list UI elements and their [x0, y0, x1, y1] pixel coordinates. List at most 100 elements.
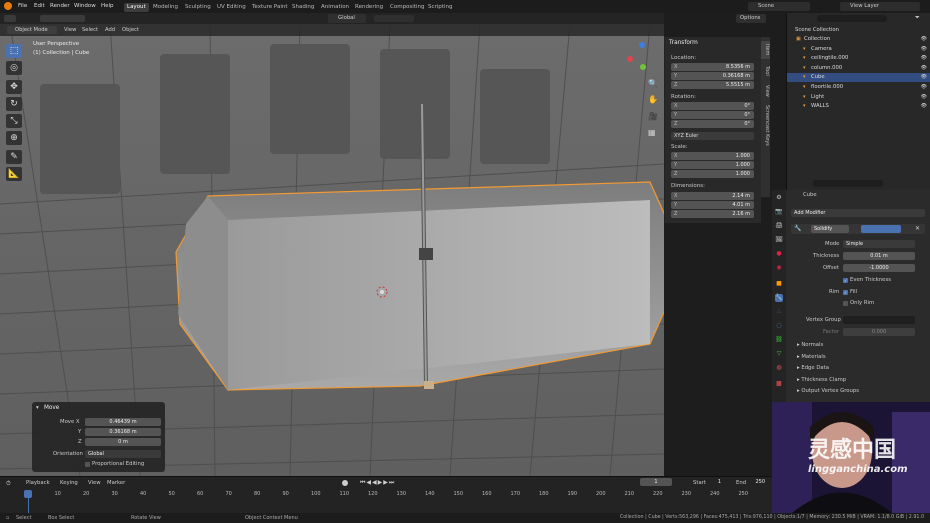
redo-collapse-icon[interactable]: ▾ — [36, 405, 39, 411]
options-dropdown[interactable]: Options — [736, 14, 766, 23]
tab-compositing[interactable]: Compositing — [387, 3, 427, 12]
annotate-tool-icon[interactable]: ✎ — [6, 150, 22, 164]
tab-view[interactable]: View — [761, 83, 770, 99]
scale-y-field[interactable]: Y 1.000 — [671, 161, 754, 169]
outliner-row[interactable]: ▾ column.000 👁 — [787, 64, 930, 73]
outliner-row[interactable]: ▾ Cube 👁 — [787, 73, 930, 83]
particles-tab-icon[interactable]: ∴ — [775, 308, 783, 316]
select-mode-icons[interactable] — [40, 15, 85, 22]
scene-tab-icon[interactable]: ● — [775, 250, 783, 258]
tab-item[interactable]: Item — [761, 41, 770, 59]
data-tab-icon[interactable]: ▽ — [775, 350, 783, 358]
blender-logo-icon[interactable] — [4, 2, 12, 10]
playhead[interactable] — [24, 490, 32, 498]
zoom-icon[interactable]: 🔍 — [648, 79, 658, 88]
select-box-tool-icon[interactable]: ⬚ — [6, 44, 22, 58]
view-layer-tab-icon[interactable]: 🖼 — [775, 236, 783, 244]
gizmo-z-axis-icon[interactable] — [639, 42, 645, 48]
modifier-visibility-icons[interactable] — [861, 225, 901, 233]
outliner-row[interactable]: ▾ floortile.000 👁 — [787, 83, 930, 92]
vertex-group-field[interactable] — [843, 316, 915, 324]
measure-tool-icon[interactable]: 📐 — [6, 167, 22, 181]
tab-sculpting[interactable]: Sculpting — [182, 3, 214, 12]
output-tab-icon[interactable]: 🖨 — [775, 222, 783, 230]
scale-z-field[interactable]: Z 1.000 — [671, 170, 754, 178]
menu-help[interactable]: Help — [101, 3, 114, 9]
add-modifier-button[interactable]: Add Modifier — [791, 209, 925, 217]
move-tool-icon[interactable]: ✥ — [6, 80, 22, 94]
rotation-z-field[interactable]: Z 0° — [671, 120, 754, 128]
orientation-dropdown[interactable]: Global — [85, 450, 161, 458]
editor-type-icon[interactable] — [4, 15, 16, 22]
rotation-mode-dropdown[interactable]: XYZ Euler — [671, 132, 754, 140]
visibility-eye-icon[interactable]: 👁 — [921, 55, 927, 61]
modifier-subpanel[interactable]: ▸ Normals — [797, 342, 925, 352]
snap-toggle[interactable] — [374, 15, 414, 22]
modifier-subpanel[interactable]: ▸ Materials — [797, 354, 925, 364]
gizmo-x-axis-icon[interactable] — [627, 56, 633, 62]
visibility-eye-icon[interactable]: 👁 — [921, 46, 927, 52]
navigation-gizmo[interactable] — [626, 42, 656, 72]
tab-screencast-keys[interactable]: Screencast Keys — [761, 103, 770, 148]
outliner-row[interactable]: ▾ Light 👁 — [787, 93, 930, 102]
visibility-eye-icon[interactable]: 👁 — [921, 103, 927, 109]
ortho-toggle-icon[interactable]: ▦ — [648, 128, 656, 137]
pan-hand-icon[interactable]: ✋ — [648, 95, 658, 104]
tab-rendering[interactable]: Rendering — [352, 3, 386, 12]
object-tab-icon[interactable]: ■ — [775, 280, 783, 288]
timeline-ruler[interactable]: 1102030405060708090100110120130140150160… — [0, 477, 772, 513]
menu-view[interactable]: View — [64, 27, 76, 33]
scale-tool-icon[interactable]: ⤡ — [6, 114, 22, 128]
move-x-field[interactable]: 0.46439 m — [85, 418, 161, 426]
rotation-y-field[interactable]: Y 0° — [671, 111, 754, 119]
location-y-field[interactable]: Y 0.36168 m — [671, 72, 754, 80]
rotate-tool-icon[interactable]: ↻ — [6, 97, 22, 111]
outliner-row[interactable]: ▾ Camera 👁 — [787, 45, 930, 54]
menu-edit[interactable]: Edit — [34, 3, 45, 9]
modifier-subpanel[interactable]: ▸ Output Vertex Groups — [797, 388, 925, 398]
proportional-editing-checkbox[interactable] — [85, 462, 90, 467]
offset-field[interactable]: -1.0000 — [843, 264, 915, 272]
menu-object[interactable]: Object — [122, 27, 139, 33]
cursor-tool-icon[interactable]: ◎ — [6, 61, 22, 75]
menu-window[interactable]: Window — [74, 3, 96, 9]
dimensions-x-field[interactable]: X 2.14 m — [671, 192, 754, 200]
outliner-row[interactable]: ▾ WALLS 👁 — [787, 102, 930, 111]
tab-texture-paint[interactable]: Texture Paint — [249, 3, 291, 12]
move-y-field[interactable]: 0.36168 m — [85, 428, 161, 436]
menu-render[interactable]: Render — [50, 3, 70, 9]
modifier-subpanel[interactable]: ▸ Thickness Clamp — [797, 377, 925, 387]
outliner-row-scene-collection[interactable]: Scene Collection — [787, 26, 930, 35]
tab-tool[interactable]: Tool — [761, 63, 770, 79]
tab-scripting[interactable]: Scripting — [425, 3, 455, 12]
menu-file[interactable]: File — [18, 3, 27, 9]
world-tab-icon[interactable]: ◉ — [775, 264, 783, 272]
constraints-tab-icon[interactable]: ⛓ — [775, 336, 783, 344]
modifier-subpanel[interactable]: ▸ Edge Data — [797, 365, 925, 375]
tab-modeling[interactable]: Modeling — [150, 3, 181, 12]
move-z-field[interactable]: 0 m — [85, 438, 161, 446]
only-rim-checkbox[interactable] — [843, 301, 848, 306]
modifier-name-field[interactable]: Solidify — [811, 225, 849, 233]
mode-dropdown[interactable]: Simple — [843, 240, 915, 248]
tool-tab-icon[interactable]: ⚙ — [775, 194, 783, 202]
tab-layout[interactable]: Layout — [124, 3, 149, 12]
even-thickness-checkbox[interactable]: ✓ — [843, 278, 848, 283]
location-x-field[interactable]: X 8.5356 m — [671, 63, 754, 71]
thickness-field[interactable]: 0.01 m — [843, 252, 915, 260]
tab-uv-editing[interactable]: UV Editing — [214, 3, 249, 12]
scale-x-field[interactable]: X 1.000 — [671, 152, 754, 160]
gizmo-y-axis-icon[interactable] — [640, 64, 646, 70]
tab-shading[interactable]: Shading — [289, 3, 317, 12]
filter-icon[interactable]: ⏷ — [915, 14, 920, 22]
render-tab-icon[interactable]: 📷 — [775, 208, 783, 216]
outliner-row[interactable]: ▣ Collection 👁 — [787, 35, 930, 44]
material-tab-icon[interactable]: ◍ — [775, 364, 783, 372]
rotation-x-field[interactable]: X 0° — [671, 102, 754, 110]
visibility-eye-icon[interactable]: 👁 — [921, 36, 927, 42]
dimensions-y-field[interactable]: Y 4.01 m — [671, 201, 754, 209]
location-z-field[interactable]: Z 5.5515 m — [671, 81, 754, 89]
outliner-row[interactable]: ▾ ceilingtile.000 👁 — [787, 54, 930, 63]
orientation-dropdown[interactable]: Global — [328, 14, 366, 23]
physics-tab-icon[interactable]: ◌ — [775, 322, 783, 330]
